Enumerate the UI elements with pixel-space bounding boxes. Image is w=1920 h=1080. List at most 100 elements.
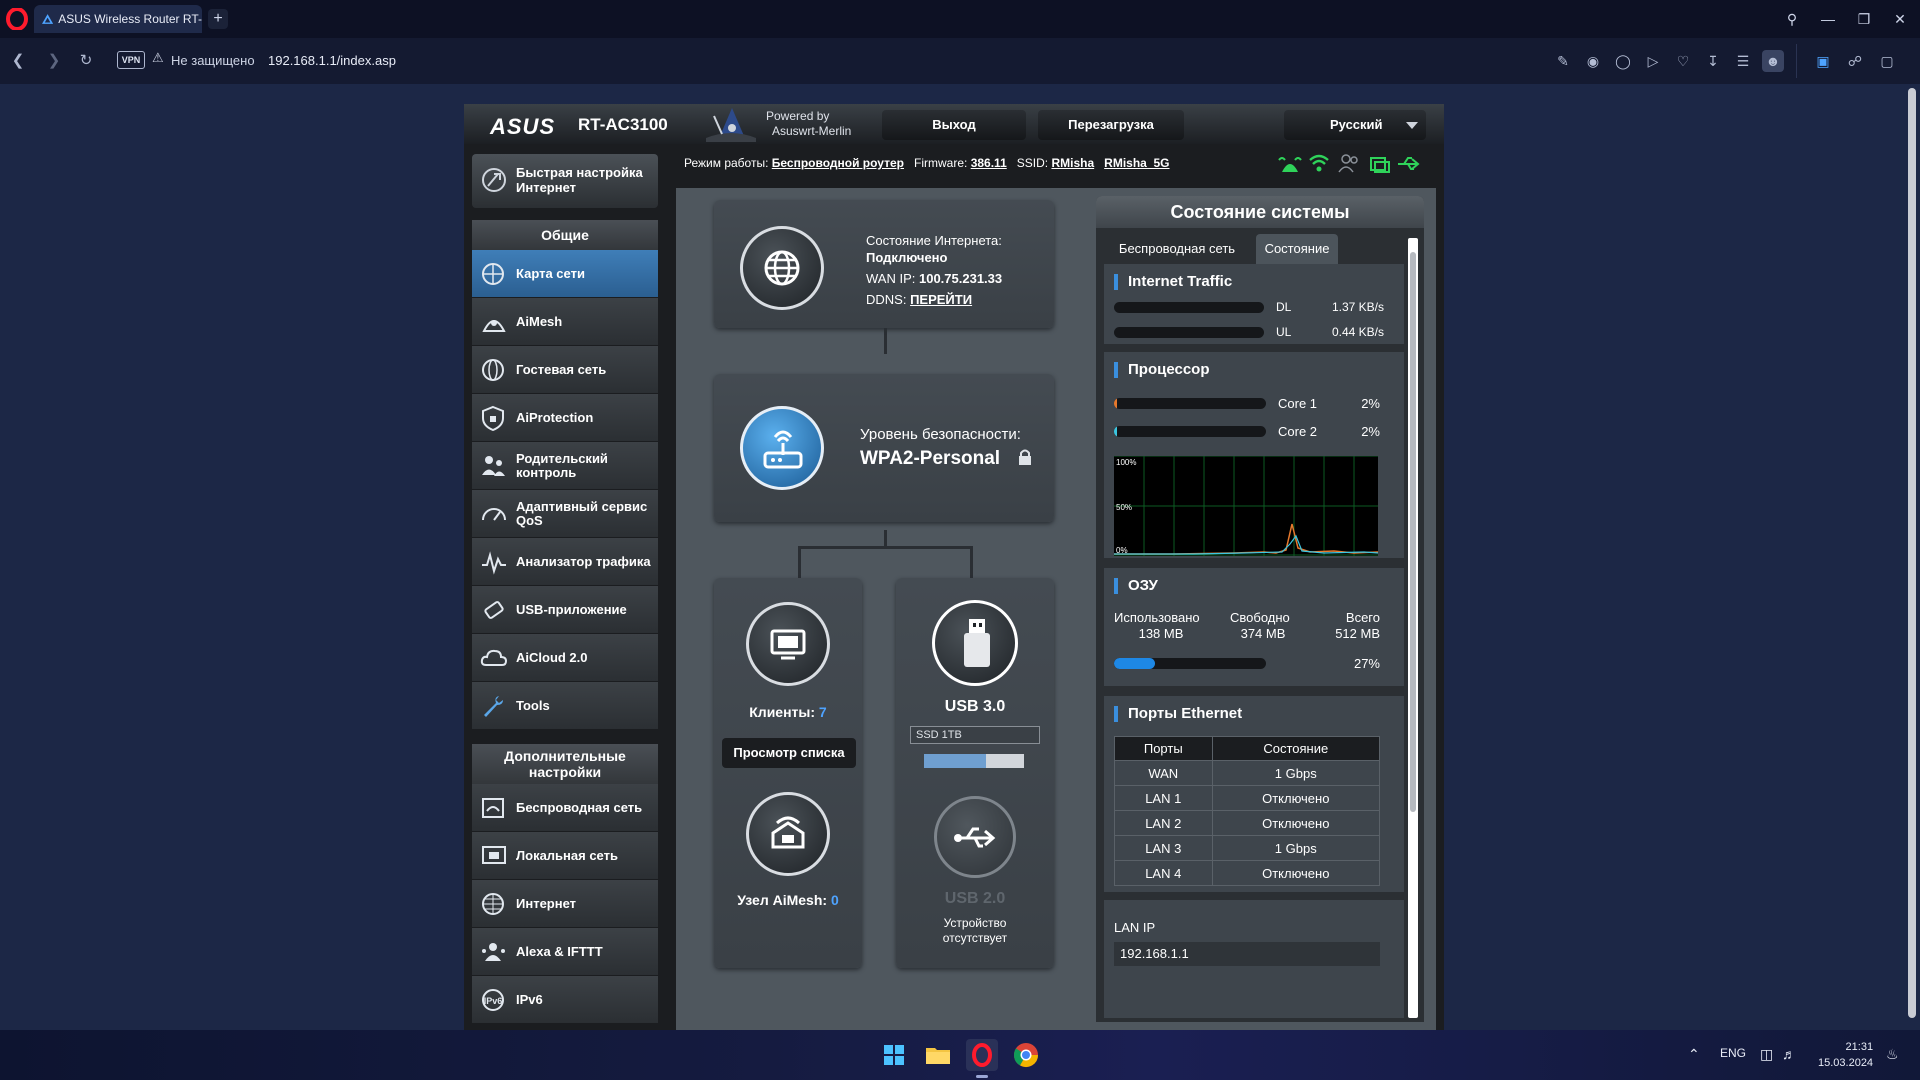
logout-button[interactable]: Выход [882,110,1026,140]
sidebar-item-traffic-analyzer[interactable]: Анализатор трафика [472,538,658,586]
forward-icon[interactable]: ❯ [44,51,64,71]
router-circle[interactable] [740,406,824,490]
table-row: WAN 1 Gbps [1114,760,1381,786]
usb2-circle[interactable] [934,796,1016,878]
wifi-status-icon[interactable] [1308,153,1330,173]
restore-icon[interactable]: ❐ [1852,8,1876,30]
status-scrollbar[interactable] [1408,238,1418,1018]
firmware-value[interactable]: 386.11 [971,156,1007,170]
file-explorer-icon[interactable] [922,1039,954,1071]
download-icon[interactable]: ↧ [1702,50,1724,72]
usb3-circle[interactable] [932,600,1018,686]
browser-tab[interactable]: ASUS Wireless Router RT- [34,5,202,33]
internet-circle[interactable] [740,226,824,310]
translate-extension-icon[interactable]: ▣ [1812,50,1834,72]
sidebar-item-aiprotection[interactable]: AiProtection [472,394,658,442]
search-tabs-icon[interactable]: ⚲ [1780,8,1804,30]
volume-icon[interactable]: ♬ [1782,1046,1796,1062]
aimesh-node-count[interactable]: 0 [831,892,839,908]
ram-section: ОЗУ Использовано 138 MB Свободно 374 MB … [1104,568,1404,686]
status-scroll-thumb[interactable] [1410,252,1416,812]
sidebar-item-wireless[interactable]: Беспроводная сеть [472,784,658,832]
menu-icon[interactable]: ☰ [1732,50,1754,72]
security-status[interactable]: Не защищено [171,53,255,68]
tray-chevron-up-icon[interactable]: ⌃ [1688,1046,1700,1063]
page-scroll-thumb[interactable] [1908,88,1916,1018]
usb-device-name[interactable]: SSD 1TB [910,726,1040,744]
minimize-icon[interactable]: — [1816,8,1840,30]
play-icon[interactable]: ▷ [1642,50,1664,72]
clock[interactable]: 21:31 15.03.2024 [1818,1039,1873,1071]
sidebar-item-tools[interactable]: Tools [472,682,658,730]
clients-count[interactable]: 7 [819,704,827,720]
edit-icon[interactable]: ✎ [1552,50,1574,72]
graph-label-0: 0% [1116,546,1128,555]
camera-icon[interactable]: ◉ [1582,50,1604,72]
tab-title: ASUS Wireless Router RT- [58,12,202,26]
sidebar-item-alexa-ifttt[interactable]: Alexa & IFTTT [472,928,658,976]
language-select[interactable]: Русский [1284,110,1426,140]
profile-icon[interactable]: ☻ [1762,50,1784,72]
windows-start-icon[interactable] [878,1039,910,1071]
sidebar-item-internet[interactable]: Интернет [472,880,658,928]
internet-card[interactable]: Состояние Интернета: Подключено WAN IP: … [714,200,1054,328]
url-field[interactable]: 192.168.1.1/index.asp [268,53,396,68]
quick-setup-label: Быстрая настройка Интернет [516,165,643,195]
reload-icon[interactable]: ↻ [76,51,96,71]
new-tab-button[interactable]: + [208,9,228,29]
shield-icon[interactable]: ◯ [1612,50,1634,72]
ssid-5g-value[interactable]: RMisha_5G [1104,156,1169,170]
sidebar-item-lan[interactable]: Локальная сеть [472,832,658,880]
network-icon[interactable]: ◫ [1760,1046,1773,1063]
clients-circle[interactable] [746,602,830,686]
aimesh-status-icon[interactable] [1278,154,1302,174]
tab-wireless[interactable]: Беспроводная сеть [1102,234,1252,264]
usb3-label: USB 3.0 [944,698,1006,715]
input-language[interactable]: ENG [1720,1046,1746,1060]
advanced-menu: Дополнительные настройки Беспроводная се… [472,744,658,1024]
ports-title: Порты Ethernet [1114,706,1242,722]
port-name: LAN 2 [1114,810,1213,836]
ddns-link[interactable]: ПЕРЕЙТИ [910,292,972,307]
sidebar-item-ipv6[interactable]: IPv6 IPv6 [472,976,658,1024]
reboot-button[interactable]: Перезагрузка [1038,110,1184,140]
parental-control-icon [482,456,505,476]
system-status-panel: Состояние системы Беспроводная сеть Сост… [1096,196,1424,1022]
core1-fill [1114,398,1118,409]
usb-storage-status-icon[interactable] [1368,154,1390,174]
router-security-card[interactable]: Уровень безопасности: WPA2-Personal [714,374,1054,522]
sidebar-item-network-map[interactable]: Карта сети [472,250,658,298]
sidebar-item-parental-control[interactable]: Родительский контроль [472,442,658,490]
view-list-button[interactable]: Просмотр списка [722,738,856,768]
sidebar-item-aicloud[interactable]: AiCloud 2.0 [472,634,658,682]
chevron-down-icon [1406,122,1418,129]
quick-setup-button[interactable]: Быстрая настройка Интернет [472,154,658,208]
sidebar-item-usb-app[interactable]: USB-приложение [472,586,658,634]
sidebar-item-guest-network[interactable]: Гостевая сеть [472,346,658,394]
guest-users-icon[interactable] [1338,153,1360,173]
back-icon[interactable]: ❮ [8,51,28,71]
port-state: Отключено [1211,860,1381,886]
ram-total-label: Всего [1345,610,1380,625]
vpn-badge[interactable]: VPN [117,51,145,69]
opera-taskbar-icon[interactable] [966,1039,998,1071]
page-scrollbar[interactable] [1906,84,1918,1030]
sidebar-item-aimesh[interactable]: AiMesh [472,298,658,346]
notification-bell-icon[interactable]: ♨ [1886,1046,1899,1063]
opera-logo-icon[interactable] [6,8,28,30]
usb-symbol-icon [954,827,996,848]
ssid-24-value[interactable]: RMisha [1051,156,1094,170]
sidebar-item-qos[interactable]: Адаптивный сервис QoS [472,490,658,538]
mode-value[interactable]: Беспроводной роутер [772,156,904,170]
aimesh-node-circle[interactable] [746,792,830,876]
port-state: 1 Gbps [1211,760,1381,786]
chrome-icon[interactable] [1010,1039,1042,1071]
brand-logo[interactable]: ASUS [490,114,555,140]
heart-icon[interactable]: ♡ [1672,50,1694,72]
tab-status[interactable]: Состояние [1256,234,1338,264]
extension-icon[interactable]: ☍ [1844,50,1866,72]
usb-status-icon[interactable] [1396,154,1422,174]
cpu-graph: 100% 50% 0% [1114,455,1379,556]
box-extension-icon[interactable]: ▢ [1876,50,1898,72]
close-icon[interactable]: ✕ [1888,8,1912,30]
